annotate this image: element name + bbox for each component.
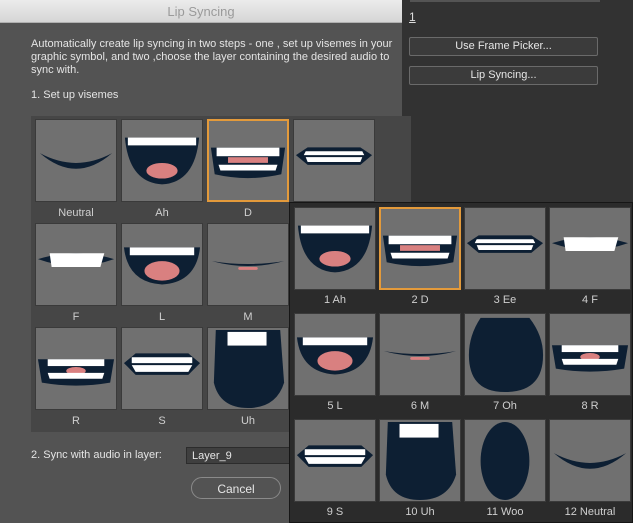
viseme-cell[interactable]	[121, 223, 203, 306]
frame-picker-label: 12 Neutral	[564, 506, 616, 518]
panel-separator	[410, 0, 600, 2]
frame-picker-cell[interactable]	[294, 419, 376, 502]
mouth-neutral-icon	[553, 453, 627, 469]
viseme-label: F	[72, 311, 80, 323]
frame-picker-cell[interactable]	[549, 419, 631, 502]
frame-picker-cell[interactable]	[379, 207, 461, 290]
frame-picker-label: 4 F	[582, 294, 598, 306]
viseme-cell[interactable]	[207, 223, 289, 306]
viseme-label: Neutral	[58, 207, 94, 219]
viseme-cell[interactable]	[35, 327, 117, 410]
cancel-button[interactable]: Cancel	[191, 477, 281, 499]
frame-picker-cell[interactable]	[379, 419, 461, 502]
frame-picker-label: 7 Oh	[493, 400, 517, 412]
frame-picker-cell[interactable]	[549, 313, 631, 396]
frame-picker-cell[interactable]	[294, 313, 376, 396]
mouth-f-icon	[551, 237, 629, 251]
viseme-label: L	[158, 311, 166, 323]
frame-picker-cell[interactable]	[379, 313, 461, 396]
lip-syncing-button[interactable]: Lip Syncing...	[409, 66, 598, 85]
mouth-f-icon	[37, 253, 115, 267]
step1-label: 1. Set up visemes	[31, 89, 119, 101]
mouth-woo-icon	[480, 421, 530, 501]
mouth-oh-icon	[468, 317, 544, 393]
frame-picker-cell[interactable]	[464, 313, 546, 396]
mouth-l-icon	[296, 337, 374, 375]
mouth-m-icon	[383, 351, 457, 360]
frame-picker-popup: 1 Ah 2 D 3 Ee 4 F 5 L 6 M 7 Oh 8 R 9 S 10 Uh 11 Wo…	[289, 202, 633, 523]
dialog-description: Automatically create lip syncing in two …	[31, 38, 393, 76]
mouth-neutral-icon	[39, 153, 113, 169]
viseme-label: M	[243, 311, 253, 323]
frame-value[interactable]: 1	[409, 10, 416, 24]
viseme-cell[interactable]	[293, 119, 375, 202]
mouth-uh-icon	[385, 421, 457, 501]
mouth-l-icon	[123, 247, 201, 285]
mouth-d-icon	[210, 147, 286, 179]
viseme-cell[interactable]	[121, 119, 203, 202]
frame-picker-cell[interactable]	[464, 419, 546, 502]
viseme-label: D	[244, 207, 252, 219]
mouth-s-icon	[123, 353, 201, 375]
viseme-cell[interactable]	[121, 327, 203, 410]
frame-picker-label: 10 Uh	[405, 506, 435, 518]
frame-picker-label: 3 Ee	[493, 294, 517, 306]
frame-picker-cell[interactable]	[464, 207, 546, 290]
frame-picker-cell[interactable]	[549, 207, 631, 290]
frame-picker-label: 8 R	[581, 400, 599, 412]
viseme-cell[interactable]	[35, 223, 117, 306]
mouth-d-icon	[382, 235, 458, 267]
dialog-titlebar[interactable]: Lip Syncing	[0, 0, 402, 23]
frame-picker-label: 11 Woo	[486, 506, 524, 518]
viseme-cell[interactable]	[207, 327, 289, 410]
frame-picker-label: 6 M	[410, 400, 430, 412]
frame-picker-label: 1 Ah	[323, 294, 347, 306]
mouth-m-icon	[211, 261, 285, 270]
mouth-uh-icon	[213, 329, 285, 409]
mouth-r-icon	[37, 359, 115, 386]
frame-picker-cell[interactable]	[294, 207, 376, 290]
viseme-label: S	[158, 415, 166, 427]
use-frame-picker-button[interactable]: Use Frame Picker...	[409, 37, 598, 56]
mouth-ee-icon	[466, 235, 544, 253]
layer-select[interactable]: Layer_9	[186, 447, 296, 464]
mouth-s-icon	[296, 445, 374, 467]
mouth-r-icon	[551, 345, 629, 372]
frame-picker-label: 5 L	[327, 400, 343, 412]
viseme-cell[interactable]	[35, 119, 117, 202]
mouth-ee-icon	[295, 147, 373, 165]
dialog-title: Lip Syncing	[167, 4, 235, 19]
viseme-cell[interactable]	[207, 119, 289, 202]
viseme-label: Ah	[155, 207, 169, 219]
mouth-ah-icon	[124, 137, 200, 185]
viseme-label: R	[72, 415, 80, 427]
frame-picker-label: 2 D	[411, 294, 429, 306]
frame-picker-label: 9 S	[326, 506, 344, 518]
step2-label: 2. Sync with audio in layer:	[31, 449, 162, 461]
mouth-ah-icon	[297, 225, 373, 273]
viseme-label: Uh	[240, 415, 256, 427]
